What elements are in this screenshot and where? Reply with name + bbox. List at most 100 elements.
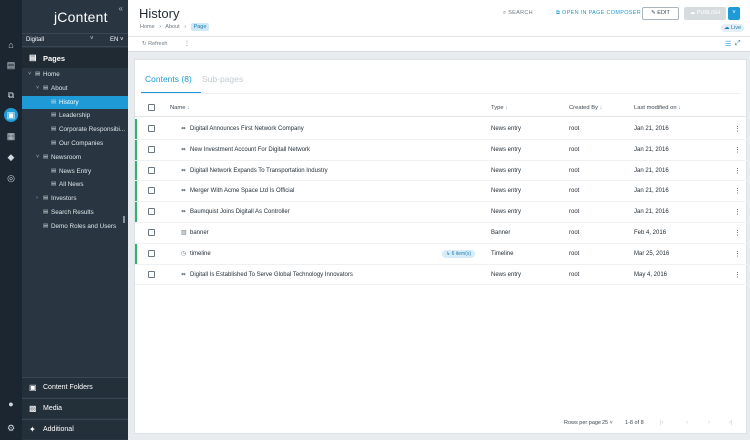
- row-menu-icon[interactable]: ⋮: [734, 271, 741, 279]
- site-switcher-row: Digitall ˅ EN ˅: [22, 33, 128, 47]
- column-name[interactable]: Name ↓: [170, 105, 190, 111]
- cell-last-modified: Mar 25, 2016: [634, 250, 670, 257]
- select-all-checkbox[interactable]: [148, 104, 155, 111]
- column-created-by[interactable]: Created By ↓: [569, 105, 603, 111]
- row-checkbox[interactable]: [148, 208, 155, 216]
- list-view-icon[interactable]: ☰: [725, 40, 731, 48]
- tab-subpages[interactable]: Sub-pages: [202, 74, 243, 84]
- table-row[interactable]: ⬌ Baumquist Joins Digitall As Controller N…: [135, 202, 748, 223]
- chevron-down-icon[interactable]: ˅: [90, 36, 94, 42]
- table-row[interactable]: ⬌ New Investment Account For Digitall Net…: [135, 139, 748, 161]
- tree-item[interactable]: ▤ Search Results: [22, 206, 128, 220]
- table-row[interactable]: ⬌ Digitall Announces First Network Compan…: [135, 119, 748, 140]
- row-menu-icon[interactable]: ⋮: [734, 167, 741, 175]
- table-row[interactable]: ⬌ Merger With Acme Space Ltd Is Official N…: [135, 181, 748, 203]
- content-card: Contents (8) Sub-pages Name ↓ Type ↓ Cre…: [134, 59, 748, 434]
- copy-icon[interactable]: ⧉: [4, 88, 18, 102]
- pagination-range: 1-8 of 8: [625, 420, 644, 426]
- row-checkbox[interactable]: [148, 145, 155, 153]
- tree-scrollbar[interactable]: [123, 216, 125, 223]
- breadcrumb-home[interactable]: Home: [140, 24, 155, 30]
- gear-icon[interactable]: ⚙: [4, 421, 18, 435]
- tree-item[interactable]: ▤ History: [22, 95, 128, 110]
- home-icon[interactable]: ⌂: [4, 38, 18, 52]
- tree-item[interactable]: › ▤ Investors: [22, 192, 128, 206]
- tag-icon[interactable]: ◆: [4, 150, 18, 164]
- row-menu-icon[interactable]: ⋮: [734, 229, 741, 237]
- tree-item[interactable]: ▤ Corporate Responsibi...: [22, 123, 128, 137]
- tree-toggle-icon[interactable]: ˅: [36, 82, 39, 96]
- user-icon[interactable]: ●: [4, 397, 18, 411]
- breadcrumb-separator-icon: ›: [184, 24, 187, 30]
- table-row[interactable]: ▧ banner Banner root Feb 4, 2016 ⋮: [135, 223, 748, 244]
- grid-icon[interactable]: ▦: [4, 129, 18, 143]
- row-menu-icon[interactable]: ⋮: [734, 125, 741, 133]
- row-menu-icon[interactable]: ⋮: [734, 250, 741, 258]
- cell-name: New Investment Account For Digitall Netw…: [190, 146, 311, 153]
- tree-item-label: Leadership: [59, 112, 91, 120]
- column-type[interactable]: Type ↓: [491, 105, 508, 111]
- content-type-icon: ⬌: [181, 209, 187, 216]
- publish-button[interactable]: ☁ PUBLISH: [684, 7, 726, 20]
- content-type-icon: ⬌: [181, 146, 187, 153]
- next-page-icon[interactable]: ›: [708, 420, 710, 426]
- row-checkbox[interactable]: [148, 166, 155, 174]
- sub-items-badge[interactable]: ↳ 6 item(s): [442, 249, 476, 258]
- site-selector[interactable]: Digitall: [26, 37, 44, 43]
- rows-per-page-select[interactable]: 25 ˅: [602, 420, 613, 426]
- search-button[interactable]: ⌕ SEARCH: [503, 10, 533, 17]
- table-row[interactable]: ⬌ Digitall Is Established To Serve Global…: [135, 265, 748, 286]
- tree-item[interactable]: ▤ Leadership: [22, 109, 128, 123]
- tree-toggle-icon[interactable]: ˅: [28, 68, 31, 82]
- row-checkbox[interactable]: [148, 229, 155, 236]
- chevron-down-icon: ˅: [609, 420, 613, 426]
- compass-icon[interactable]: ◎: [4, 171, 18, 185]
- content-type-icon: ⬌: [181, 271, 187, 278]
- tree-item[interactable]: ▤ Our Companies: [22, 137, 128, 151]
- row-checkbox[interactable]: [148, 125, 155, 132]
- open-page-composer-button[interactable]: ⧉ OPEN IN PAGE COMPOSER: [556, 10, 641, 17]
- table-row[interactable]: ◷ timeline ↳ 6 item(s) Timeline root Mar 25, …: [135, 243, 748, 265]
- edit-button[interactable]: ✎ EDIT: [642, 7, 679, 20]
- clipboard-icon[interactable]: ▤: [4, 58, 18, 72]
- accordion-pages[interactable]: ▤ Pages: [22, 48, 128, 68]
- tree-toggle-icon[interactable]: ›: [36, 192, 38, 206]
- previous-page-icon[interactable]: ‹: [686, 420, 688, 426]
- accordion-content-folders[interactable]: ▣ Content Folders: [22, 377, 128, 397]
- tree-item[interactable]: ˅ ▤ Newsroom: [22, 151, 128, 165]
- row-menu-icon[interactable]: ⋮: [734, 208, 741, 216]
- page-icon: ▤: [51, 167, 57, 174]
- publish-dropdown-button[interactable]: ˅: [728, 7, 740, 20]
- row-menu-icon[interactable]: ⋮: [734, 187, 741, 195]
- tree-item[interactable]: ▤ All News: [22, 178, 128, 192]
- content-icon[interactable]: ▣: [4, 108, 18, 122]
- row-checkbox[interactable]: [148, 187, 155, 195]
- tree-item[interactable]: ▤ News Entry: [22, 165, 128, 179]
- tree-toggle-icon[interactable]: ˅: [36, 151, 39, 165]
- row-menu-icon[interactable]: ⋮: [734, 146, 741, 154]
- more-actions-icon[interactable]: ⋮: [184, 40, 190, 47]
- table-row[interactable]: ⬌ Digitall Network Expands To Transportat…: [135, 160, 748, 182]
- page-icon: ▤: [51, 112, 57, 119]
- language-selector[interactable]: EN ˅: [110, 37, 124, 43]
- cell-type: News entry: [491, 188, 522, 195]
- tree-item[interactable]: ˅ ▤ Home: [22, 68, 128, 82]
- first-page-icon[interactable]: |‹: [660, 420, 664, 426]
- page-header: History Home › About › Page ⌕ SEARCH ⧉ O…: [128, 0, 750, 36]
- accordion-media[interactable]: ▩ Media: [22, 398, 128, 418]
- accordion-content-folders-label: Content Folders: [43, 384, 93, 391]
- refresh-button[interactable]: ↻ Refresh: [142, 41, 167, 47]
- sidebar: jContent « Digitall ˅ EN ˅ ▤ Pages ˅ ▤ Hom…: [22, 0, 128, 440]
- tree-item[interactable]: ▤ Demo Roles and Users: [22, 220, 128, 234]
- tab-contents[interactable]: Contents (8): [145, 74, 192, 84]
- breadcrumb-about[interactable]: About: [165, 24, 179, 30]
- column-last-modified[interactable]: Last modified on ↓: [634, 105, 681, 111]
- content-type-icon: ⬌: [181, 167, 187, 174]
- expand-icon[interactable]: ⤢: [735, 40, 741, 48]
- tree-item[interactable]: ˅ ▤ About: [22, 82, 128, 96]
- last-page-icon[interactable]: ›|: [729, 420, 733, 426]
- collapse-sidebar-icon[interactable]: «: [119, 4, 123, 13]
- row-checkbox[interactable]: [148, 270, 155, 278]
- row-checkbox[interactable]: [148, 249, 155, 257]
- accordion-additional[interactable]: ✦ Additional: [22, 419, 128, 439]
